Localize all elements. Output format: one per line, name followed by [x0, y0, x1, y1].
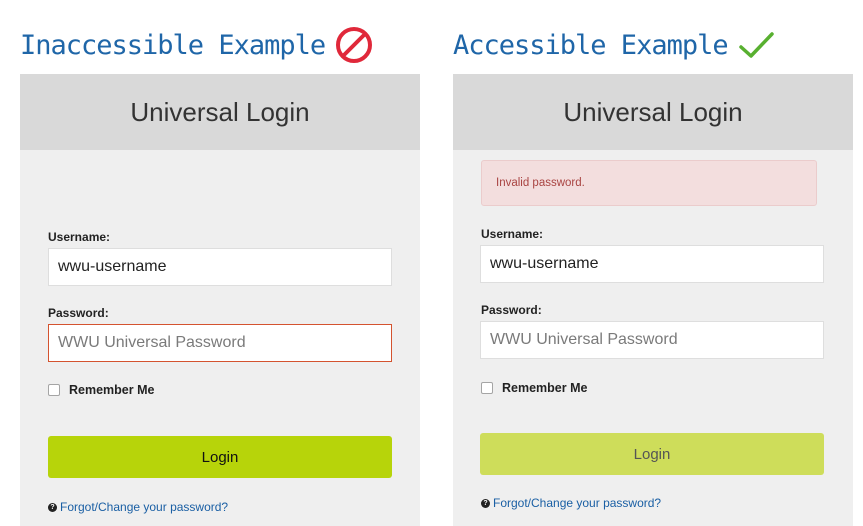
remember-checkbox[interactable] [48, 384, 60, 396]
error-message: Invalid password. [496, 177, 585, 189]
username-input[interactable] [480, 245, 824, 283]
login-button[interactable]: Login [48, 436, 392, 478]
question-circle-icon: ? [481, 498, 490, 508]
question-circle-icon: ? [48, 502, 57, 512]
heading-text: Accessible Example [453, 29, 729, 61]
forgot-password-link[interactable]: ? Forgot/Change your password? [481, 496, 661, 510]
login-panel-accessible: Universal Login Invalid password. Userna… [453, 74, 853, 526]
forgot-label: Forgot/Change your password? [493, 496, 662, 510]
inaccessible-example-heading: Inaccessible Example [20, 22, 373, 68]
prohibited-icon [335, 26, 373, 64]
error-alert: Invalid password. [481, 160, 817, 206]
username-label: Username: [481, 227, 544, 241]
accessible-example-heading: Accessible Example [453, 22, 776, 68]
forgot-password-link[interactable]: ? Forgot/Change your password? [48, 500, 228, 514]
password-label: Password: [48, 306, 109, 320]
remember-label: Remember Me [69, 383, 155, 397]
panel-title: Universal Login [20, 74, 420, 150]
username-input[interactable] [48, 248, 392, 286]
password-input[interactable] [48, 324, 392, 362]
username-label: Username: [48, 230, 111, 244]
panel-title: Universal Login [453, 74, 853, 150]
remember-me[interactable]: Remember Me [48, 383, 154, 397]
login-button[interactable]: Login [480, 433, 824, 475]
login-panel-inaccessible: Universal Login Username: Password: Reme… [20, 74, 420, 526]
password-label: Password: [481, 303, 542, 317]
forgot-label: Forgot/Change your password? [60, 500, 229, 514]
remember-me[interactable]: Remember Me [481, 381, 587, 395]
checkmark-icon [738, 30, 776, 60]
heading-text: Inaccessible Example [20, 29, 326, 61]
remember-label: Remember Me [502, 381, 588, 395]
password-input[interactable] [480, 321, 824, 359]
remember-checkbox[interactable] [481, 382, 493, 394]
